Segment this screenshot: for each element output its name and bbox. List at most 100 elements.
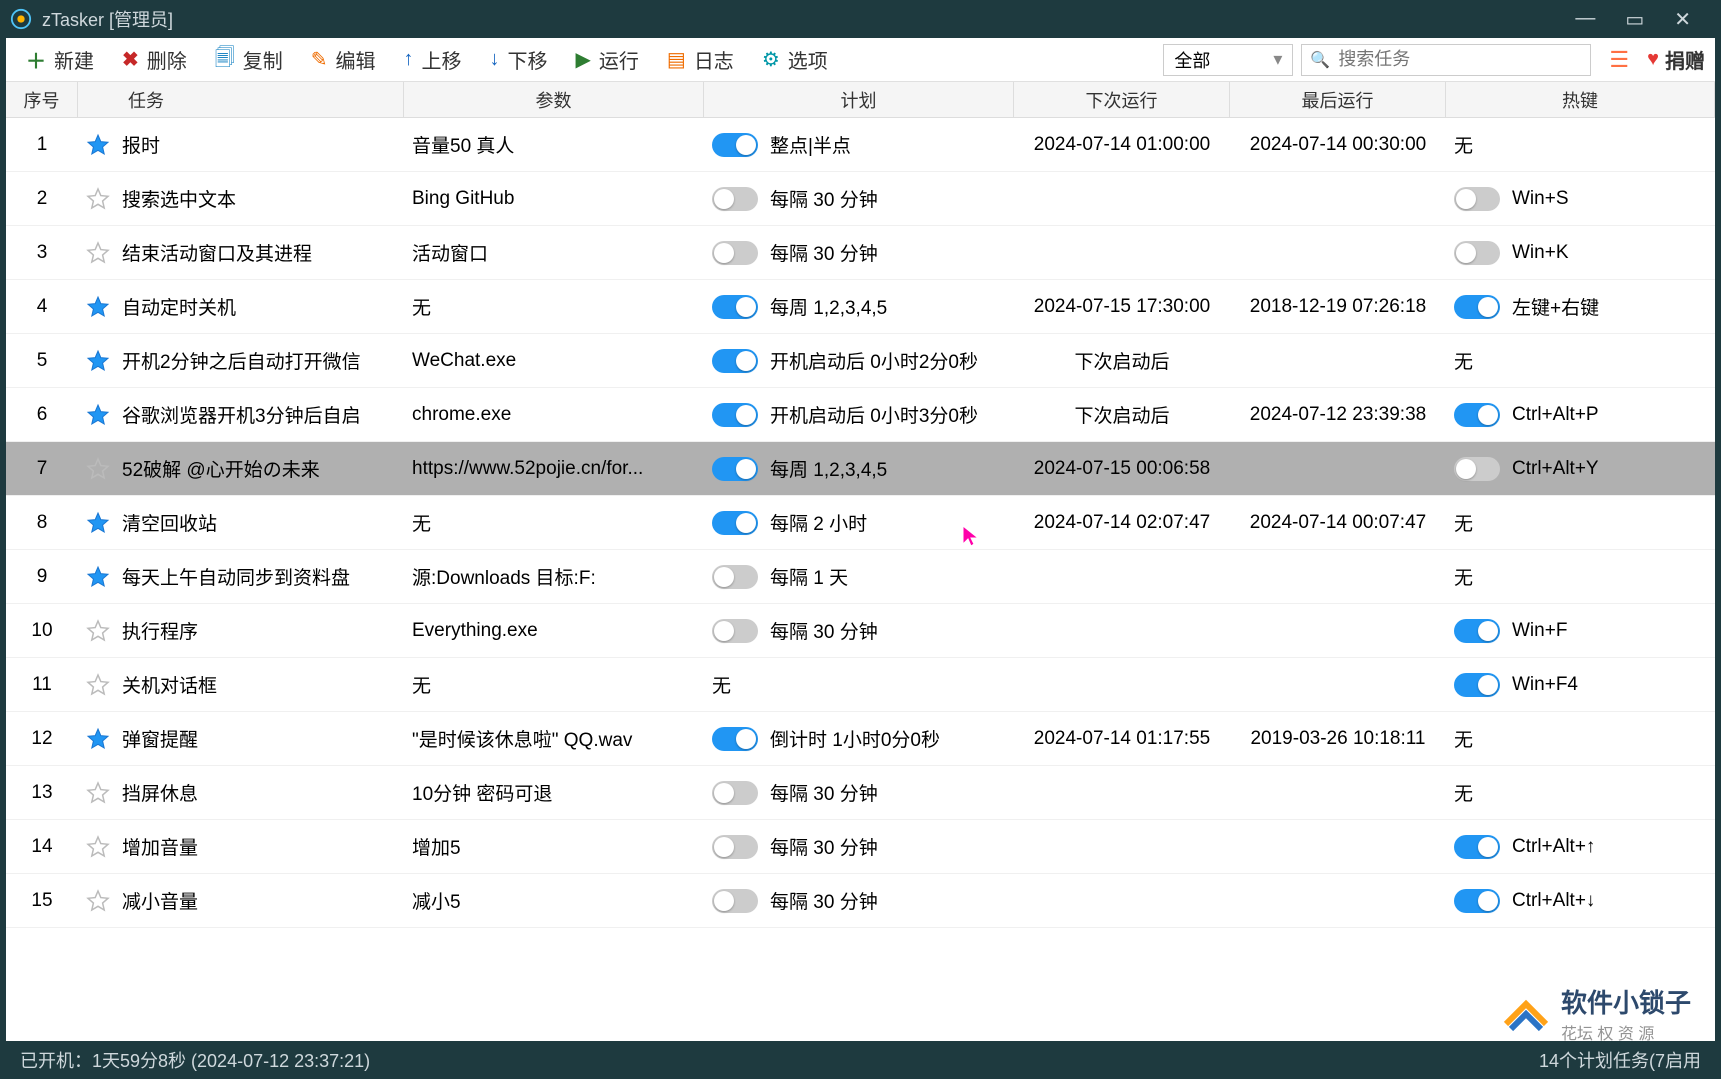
table-row[interactable]: 8 清空回收站 无 每隔 2 小时 2024-07-14 02:07:47 20… bbox=[6, 496, 1715, 550]
search-box[interactable]: 🔍 bbox=[1301, 44, 1591, 76]
table-row[interactable]: 6 谷歌浏览器开机3分钟后自启 chrome.exe 开机启动后 0小时3分0秒… bbox=[6, 388, 1715, 442]
cell-index: 5 bbox=[6, 350, 78, 372]
plan-toggle[interactable] bbox=[712, 133, 758, 157]
table-row[interactable]: 5 开机2分钟之后自动打开微信 WeChat.exe 开机启动后 0小时2分0秒… bbox=[6, 334, 1715, 388]
favorite-star-icon[interactable] bbox=[86, 619, 110, 643]
favorite-star-icon[interactable] bbox=[86, 457, 110, 481]
cell-param: 音量50 真人 bbox=[404, 131, 704, 158]
table-row[interactable]: 2 搜索选中文本 Bing GitHub 每隔 30 分钟 Win+S bbox=[6, 172, 1715, 226]
table-row[interactable]: 12 弹窗提醒 "是时候该休息啦" QQ.wav 倒计时 1小时0分0秒 202… bbox=[6, 712, 1715, 766]
cell-plan: 每隔 30 分钟 bbox=[704, 833, 1014, 860]
header-index[interactable]: 序号 bbox=[6, 82, 78, 117]
plan-toggle[interactable] bbox=[712, 835, 758, 859]
cell-index: 7 bbox=[6, 458, 78, 480]
favorite-star-icon[interactable] bbox=[86, 511, 110, 535]
hotkey-toggle[interactable] bbox=[1454, 619, 1500, 643]
cell-param: 活动窗口 bbox=[404, 239, 704, 266]
table-row[interactable]: 3 结束活动窗口及其进程 活动窗口 每隔 30 分钟 Win+K bbox=[6, 226, 1715, 280]
edit-button[interactable]: ✎编辑 bbox=[301, 41, 386, 78]
plan-toggle[interactable] bbox=[712, 403, 758, 427]
favorite-star-icon[interactable] bbox=[86, 889, 110, 913]
plan-toggle[interactable] bbox=[712, 619, 758, 643]
plan-toggle[interactable] bbox=[712, 565, 758, 589]
favorite-star-icon[interactable] bbox=[86, 781, 110, 805]
cell-next: 下次启动后 bbox=[1014, 347, 1230, 374]
cell-hotkey: Win+F4 bbox=[1446, 673, 1715, 697]
cell-plan: 整点|半点 bbox=[704, 131, 1014, 158]
favorite-star-icon[interactable] bbox=[86, 565, 110, 589]
plan-toggle[interactable] bbox=[712, 295, 758, 319]
filter-dropdown[interactable]: 全部▾ bbox=[1163, 44, 1293, 76]
delete-button[interactable]: ✖删除 bbox=[112, 41, 197, 78]
favorite-star-icon[interactable] bbox=[86, 403, 110, 427]
favorite-star-icon[interactable] bbox=[86, 673, 110, 697]
gear-icon: ⚙ bbox=[762, 47, 780, 72]
new-button[interactable]: ＋新建 bbox=[16, 41, 104, 78]
plan-toggle[interactable] bbox=[712, 241, 758, 265]
cell-index: 10 bbox=[6, 620, 78, 642]
run-button[interactable]: ▶运行 bbox=[566, 41, 649, 78]
task-list: 1 报时 音量50 真人 整点|半点 2024-07-14 01:00:00 2… bbox=[6, 118, 1715, 1041]
favorite-star-icon[interactable] bbox=[86, 295, 110, 319]
cell-index: 4 bbox=[6, 296, 78, 318]
hotkey-toggle[interactable] bbox=[1454, 889, 1500, 913]
plan-toggle[interactable] bbox=[712, 781, 758, 805]
search-input[interactable] bbox=[1338, 49, 1582, 70]
hotkey-toggle[interactable] bbox=[1454, 241, 1500, 265]
options-button[interactable]: ⚙选项 bbox=[752, 41, 838, 78]
close-button[interactable]: ✕ bbox=[1674, 7, 1691, 32]
favorite-star-icon[interactable] bbox=[86, 241, 110, 265]
copy-icon: 🗐 bbox=[215, 43, 235, 77]
cell-param: 增加5 bbox=[404, 833, 704, 860]
cell-param: Everything.exe bbox=[404, 620, 704, 642]
maximize-button[interactable]: ▭ bbox=[1625, 7, 1644, 32]
hotkey-toggle[interactable] bbox=[1454, 187, 1500, 211]
cell-param: https://www.52pojie.cn/for... bbox=[404, 458, 704, 480]
header-param[interactable]: 参数 bbox=[404, 82, 704, 117]
hotkey-toggle[interactable] bbox=[1454, 835, 1500, 859]
plan-toggle[interactable] bbox=[712, 889, 758, 913]
title-bar: zTasker [管理员] — ▭ ✕ bbox=[0, 0, 1721, 38]
cell-plan: 开机启动后 0小时2分0秒 bbox=[704, 347, 1014, 374]
favorite-star-icon[interactable] bbox=[86, 187, 110, 211]
copy-button[interactable]: 🗐复制 bbox=[205, 39, 293, 81]
move-up-button[interactable]: ↑上移 bbox=[394, 41, 472, 78]
plan-toggle[interactable] bbox=[712, 511, 758, 535]
header-next[interactable]: 下次运行 bbox=[1014, 82, 1230, 117]
plan-toggle[interactable] bbox=[712, 727, 758, 751]
list-view-button[interactable]: ☰ bbox=[1599, 47, 1639, 73]
plan-toggle[interactable] bbox=[712, 187, 758, 211]
header-hotkey[interactable]: 热键 bbox=[1446, 82, 1715, 117]
cell-task: 开机2分钟之后自动打开微信 bbox=[78, 347, 404, 374]
table-row[interactable]: 9 每天上午自动同步到资料盘 源:Downloads 目标:F: 每隔 1 天 … bbox=[6, 550, 1715, 604]
favorite-star-icon[interactable] bbox=[86, 835, 110, 859]
favorite-star-icon[interactable] bbox=[86, 349, 110, 373]
hotkey-toggle[interactable] bbox=[1454, 457, 1500, 481]
hotkey-toggle[interactable] bbox=[1454, 673, 1500, 697]
plan-toggle[interactable] bbox=[712, 457, 758, 481]
x-icon: ✖ bbox=[122, 47, 139, 72]
table-row[interactable]: 11 关机对话框 无 无 Win+F4 bbox=[6, 658, 1715, 712]
cell-task: 每天上午自动同步到资料盘 bbox=[78, 563, 404, 590]
table-row[interactable]: 7 52破解 @心开始の未来 https://www.52pojie.cn/fo… bbox=[6, 442, 1715, 496]
table-row[interactable]: 14 增加音量 增加5 每隔 30 分钟 Ctrl+Alt+↑ bbox=[6, 820, 1715, 874]
donate-button[interactable]: ♥捐赠 bbox=[1647, 45, 1705, 74]
minimize-button[interactable]: — bbox=[1575, 7, 1595, 32]
favorite-star-icon[interactable] bbox=[86, 133, 110, 157]
table-row[interactable]: 13 挡屏休息 10分钟 密码可退 每隔 30 分钟 无 bbox=[6, 766, 1715, 820]
table-row[interactable]: 4 自动定时关机 无 每周 1,2,3,4,5 2024-07-15 17:30… bbox=[6, 280, 1715, 334]
favorite-star-icon[interactable] bbox=[86, 727, 110, 751]
table-row[interactable]: 15 减小音量 减小5 每隔 30 分钟 Ctrl+Alt+↓ bbox=[6, 874, 1715, 928]
cell-next: 2024-07-15 17:30:00 bbox=[1014, 296, 1230, 318]
table-row[interactable]: 1 报时 音量50 真人 整点|半点 2024-07-14 01:00:00 2… bbox=[6, 118, 1715, 172]
move-down-button[interactable]: ↓下移 bbox=[480, 41, 558, 78]
table-row[interactable]: 10 执行程序 Everything.exe 每隔 30 分钟 Win+F bbox=[6, 604, 1715, 658]
header-plan[interactable]: 计划 bbox=[704, 82, 1014, 117]
header-task[interactable]: 任务 bbox=[78, 82, 404, 117]
hotkey-toggle[interactable] bbox=[1454, 403, 1500, 427]
log-button[interactable]: ▤日志 bbox=[657, 41, 744, 78]
cell-task: 弹窗提醒 bbox=[78, 725, 404, 752]
header-last[interactable]: 最后运行 bbox=[1230, 82, 1446, 117]
plan-toggle[interactable] bbox=[712, 349, 758, 373]
hotkey-toggle[interactable] bbox=[1454, 295, 1500, 319]
